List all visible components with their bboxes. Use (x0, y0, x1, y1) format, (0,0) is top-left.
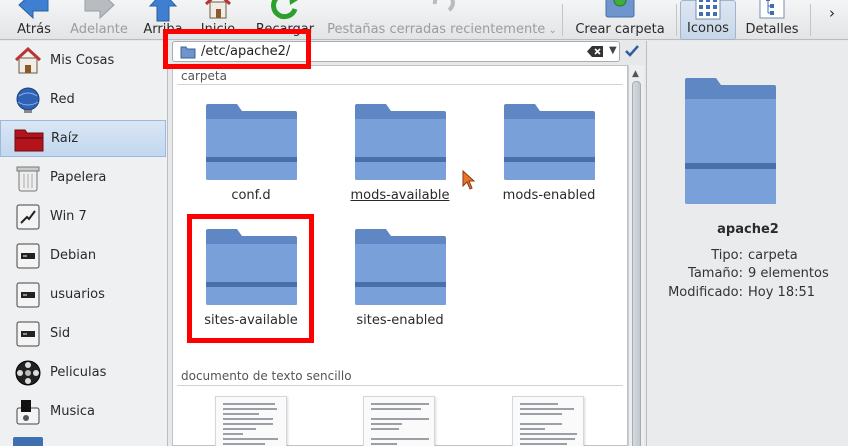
doc-preview-line (223, 443, 266, 445)
home-icon (204, 0, 232, 19)
drive-icon (13, 202, 43, 232)
doc-preview-line (520, 433, 577, 435)
highlight-box-location (163, 29, 311, 69)
chevron-down-icon[interactable]: ▼ (609, 45, 617, 56)
trash-icon (13, 163, 43, 193)
text-document-thumbnail[interactable] (215, 396, 287, 446)
sidebar-item-musica[interactable]: Musica (0, 393, 166, 430)
toolbar-separator (810, 4, 811, 36)
vertical-scrollbar[interactable]: ▲ (628, 65, 644, 446)
doc-preview-line (223, 413, 259, 415)
doc-preview-line (223, 438, 279, 440)
doc-preview-line (223, 428, 256, 430)
sidebar-item-papelera[interactable]: Papelera (0, 159, 166, 196)
root-folder-icon (14, 124, 44, 154)
folder-icon (355, 229, 446, 305)
checkmark-icon[interactable] (624, 43, 640, 59)
information-panel: apache2 Tipo: carpeta Tamaño: 9 elemento… (646, 41, 848, 446)
folder-icon (504, 104, 595, 180)
forward-button[interactable]: Adelante (66, 0, 132, 40)
doc-preview-line (520, 408, 574, 410)
scrollbar-thumb[interactable] (632, 81, 641, 446)
group-divider (177, 84, 623, 85)
doc-preview-line (371, 428, 399, 430)
text-document-thumbnail[interactable] (363, 396, 435, 446)
clear-text-icon[interactable] (586, 45, 604, 58)
doc-preview-line (520, 443, 568, 445)
undo-tab-icon (432, 0, 455, 12)
back-button[interactable]: Atrás (4, 0, 64, 40)
arrow-left-icon (18, 0, 49, 20)
reload-icon (271, 0, 298, 20)
closed-tabs-button[interactable]: Pestañas cerradas recientemente ⌄ (326, 0, 558, 40)
arrow-right-icon (84, 0, 115, 20)
sidebar-item-usuarios[interactable]: usuarios (0, 276, 166, 313)
sidebar-item-debian[interactable]: Debian (0, 237, 166, 274)
folder-preview-icon (685, 78, 776, 204)
scroll-up-arrow-icon[interactable]: ▲ (632, 69, 639, 79)
highlight-box-sites-available (187, 214, 314, 343)
doc-preview-line (520, 403, 558, 405)
doc-preview-line (371, 418, 429, 420)
drive-icon (13, 280, 43, 310)
details-list-icon (759, 0, 785, 19)
folder-icon (206, 104, 297, 180)
new-folder-button[interactable]: Crear carpeta (568, 0, 672, 40)
sidebar-item-red[interactable]: Red (0, 81, 166, 118)
doc-preview-line (223, 408, 277, 410)
doc-preview-line (520, 413, 563, 415)
chevron-down-icon: ⌄ (545, 25, 557, 36)
toolbar-separator (676, 4, 677, 36)
doc-preview-line (223, 418, 274, 420)
doc-preview-line (520, 438, 576, 440)
toolbar-overflow-button[interactable]: › (820, 0, 844, 40)
folder-item-sites-enabled[interactable]: sites-enabled (335, 225, 465, 337)
doc-preview-line (520, 423, 563, 425)
sidebar-item-sid[interactable]: Sid (0, 315, 166, 352)
icons-view-button[interactable]: Iconos (680, 0, 736, 40)
doc-preview-line (371, 438, 429, 440)
text-document-thumbnail[interactable] (512, 396, 584, 446)
icon-grid-icon (695, 0, 721, 20)
network-globe-icon (13, 85, 43, 115)
arrow-up-icon (148, 0, 178, 22)
folder-item-mods-enabled[interactable]: mods-enabled (484, 100, 614, 212)
sidebar-item-win7[interactable]: Win 7 (0, 198, 166, 235)
drive-icon (13, 319, 43, 349)
doc-preview-line (223, 433, 243, 435)
folder-item-conf-d[interactable]: conf.d (186, 100, 316, 212)
toolbar: Atrás Adelante Arriba Inicio Recargar Pe… (0, 0, 848, 40)
film-reel-icon (13, 358, 43, 388)
doc-preview-line (371, 408, 422, 410)
home-icon (13, 46, 43, 76)
places-sidebar: Mis Cosas Red Raíz Papelera Win 7 Debian (0, 41, 168, 446)
doc-preview-line (371, 423, 403, 425)
details-view-button[interactable]: Detalles (740, 0, 804, 40)
sidebar-item-mis-cosas[interactable]: Mis Cosas (0, 42, 166, 79)
music-drive-icon (13, 397, 43, 427)
mouse-cursor-icon (462, 170, 476, 190)
info-item-name: apache2 (717, 222, 779, 237)
new-folder-icon (605, 0, 635, 18)
doc-preview-line (223, 403, 275, 405)
group-header-text-docs: documento de texto sencillo (181, 369, 352, 383)
sidebar-item-raiz[interactable]: Raíz (0, 120, 166, 157)
drive-icon (13, 241, 43, 271)
doc-preview-line (371, 443, 398, 445)
doc-preview-line (520, 428, 545, 430)
sidebar-item-peliculas[interactable]: Peliculas (0, 354, 166, 391)
toolbar-separator (562, 4, 563, 36)
folder-icon (355, 104, 446, 180)
group-divider (177, 385, 623, 386)
folder-item-mods-available[interactable]: mods-available (335, 100, 465, 212)
group-header-folders: carpeta (181, 69, 227, 83)
doc-preview-line (223, 423, 274, 425)
doc-preview-line (371, 403, 429, 405)
sidebar-item-partial (13, 437, 43, 446)
